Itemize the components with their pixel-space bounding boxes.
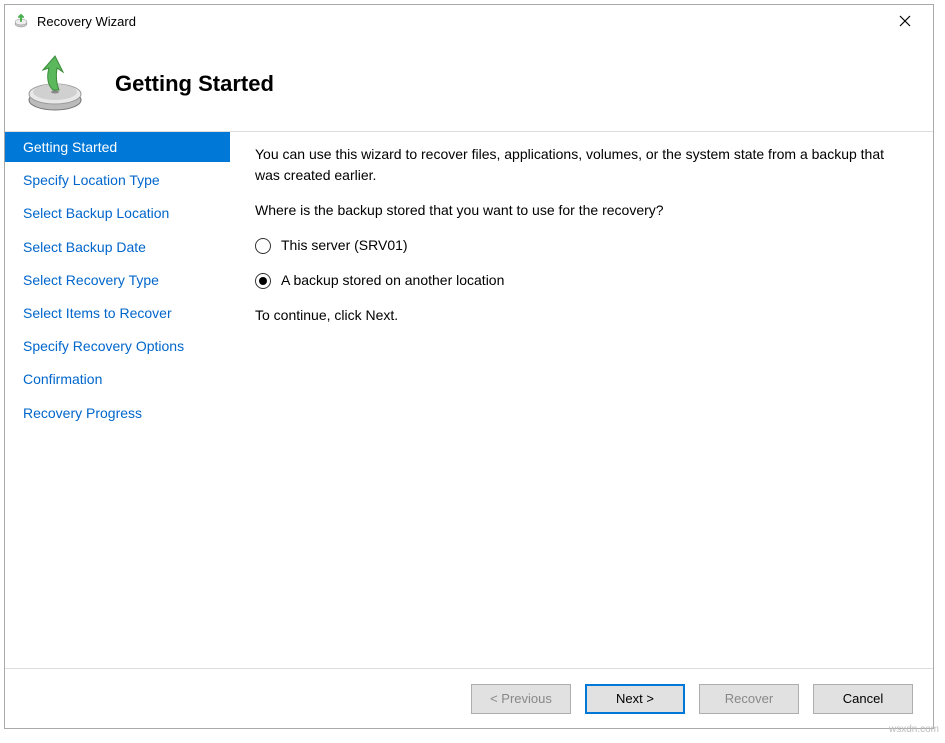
radio-another-location[interactable]: A backup stored on another location — [255, 270, 903, 291]
app-icon — [13, 13, 29, 29]
close-icon — [899, 15, 911, 27]
step-confirmation[interactable]: Confirmation — [5, 364, 230, 394]
radio-this-server[interactable]: This server (SRV01) — [255, 235, 903, 256]
step-getting-started[interactable]: Getting Started — [5, 132, 230, 162]
close-button[interactable] — [885, 7, 925, 35]
recovery-icon — [25, 54, 85, 114]
recover-button[interactable]: Recover — [699, 684, 799, 714]
radio-label: A backup stored on another location — [281, 270, 504, 291]
location-radio-group: This server (SRV01) A backup stored on a… — [255, 235, 903, 291]
radio-icon — [255, 238, 271, 254]
step-specify-recovery-options[interactable]: Specify Recovery Options — [5, 331, 230, 361]
page-title: Getting Started — [115, 71, 274, 97]
question-text: Where is the backup stored that you want… — [255, 200, 903, 221]
step-select-backup-location[interactable]: Select Backup Location — [5, 198, 230, 228]
wizard-footer: < Previous Next > Recover Cancel — [5, 668, 933, 728]
step-recovery-progress[interactable]: Recovery Progress — [5, 398, 230, 428]
wizard-header: Getting Started — [5, 37, 933, 132]
step-specify-location-type[interactable]: Specify Location Type — [5, 165, 230, 195]
step-select-backup-date[interactable]: Select Backup Date — [5, 232, 230, 262]
continue-text: To continue, click Next. — [255, 305, 903, 326]
wizard-steps-sidebar: Getting Started Specify Location Type Se… — [5, 132, 230, 668]
radio-label: This server (SRV01) — [281, 235, 408, 256]
titlebar: Recovery Wizard — [5, 5, 933, 37]
watermark: wsxdn.com — [889, 724, 939, 735]
wizard-content: You can use this wizard to recover files… — [230, 132, 933, 668]
previous-button[interactable]: < Previous — [471, 684, 571, 714]
step-select-items[interactable]: Select Items to Recover — [5, 298, 230, 328]
wizard-window: Recovery Wizard Getting Started Getting … — [4, 4, 934, 729]
wizard-body: Getting Started Specify Location Type Se… — [5, 132, 933, 668]
next-button[interactable]: Next > — [585, 684, 685, 714]
window-title: Recovery Wizard — [37, 14, 885, 29]
step-select-recovery-type[interactable]: Select Recovery Type — [5, 265, 230, 295]
radio-icon — [255, 273, 271, 289]
cancel-button[interactable]: Cancel — [813, 684, 913, 714]
intro-text: You can use this wizard to recover files… — [255, 144, 903, 186]
